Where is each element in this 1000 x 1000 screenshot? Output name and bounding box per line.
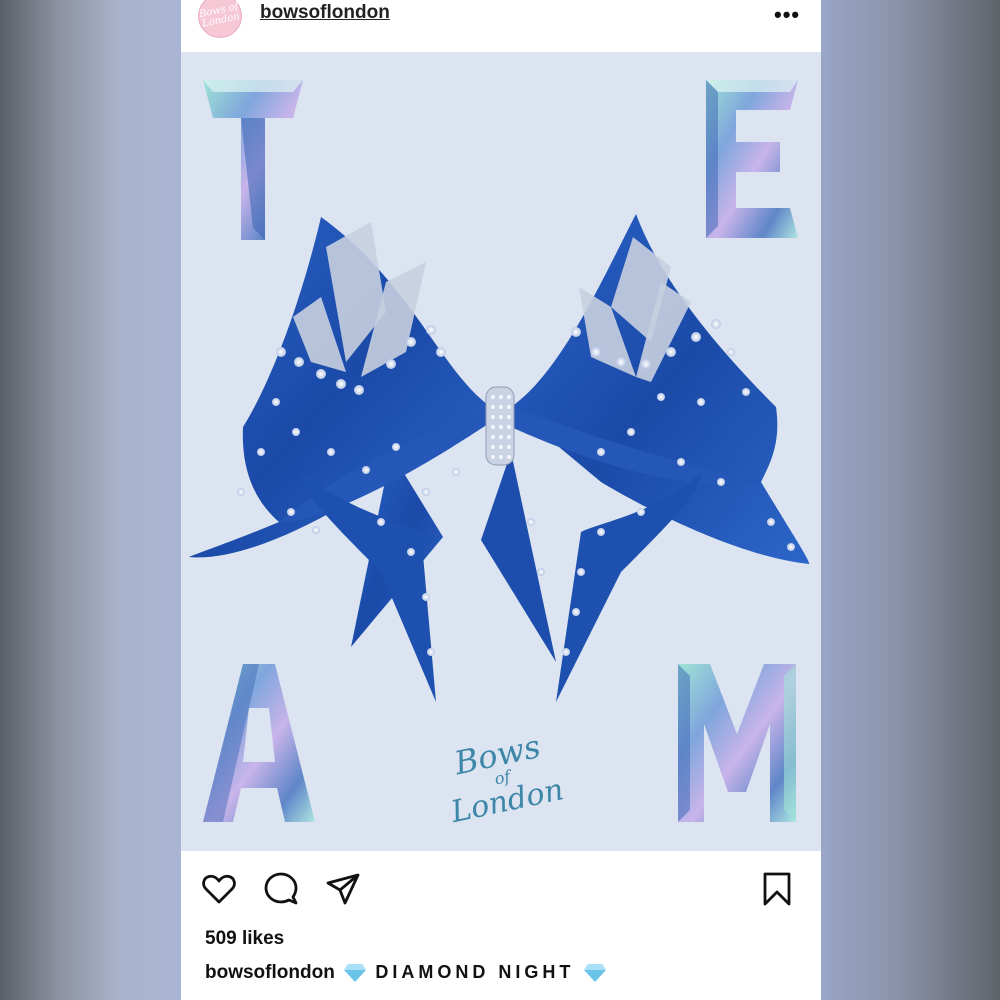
post-header: Bows of London bowsoflondon ••• xyxy=(181,0,821,52)
post-caption: bowsoflondon DIAMOND NIGHT xyxy=(205,962,610,984)
letter-m xyxy=(678,664,796,822)
instagram-post: Bows of London bowsoflondon ••• Bows of … xyxy=(181,0,821,1000)
comment-icon[interactable] xyxy=(263,871,299,907)
gem-icon xyxy=(344,963,367,982)
post-image[interactable]: Bows of London xyxy=(181,52,821,851)
avatar[interactable]: Bows of London xyxy=(198,0,242,38)
gem-icon xyxy=(583,963,606,982)
letter-a xyxy=(203,664,315,822)
bow-tail-right xyxy=(481,452,556,662)
letter-e xyxy=(706,80,798,238)
post-actions xyxy=(181,851,821,921)
caption-text: DIAMOND NIGHT xyxy=(375,962,575,982)
likes-count[interactable]: 509 likes xyxy=(205,928,284,950)
avatar-logo-text: Bows of London xyxy=(198,1,241,30)
letter-t xyxy=(203,80,303,240)
caption-username[interactable]: bowsoflondon xyxy=(205,962,335,983)
bookmark-icon[interactable] xyxy=(759,871,795,907)
more-options-icon[interactable]: ••• xyxy=(774,2,800,28)
heart-icon[interactable] xyxy=(201,871,237,907)
username-link[interactable]: bowsoflondon xyxy=(260,2,390,24)
send-icon[interactable] xyxy=(325,871,361,907)
